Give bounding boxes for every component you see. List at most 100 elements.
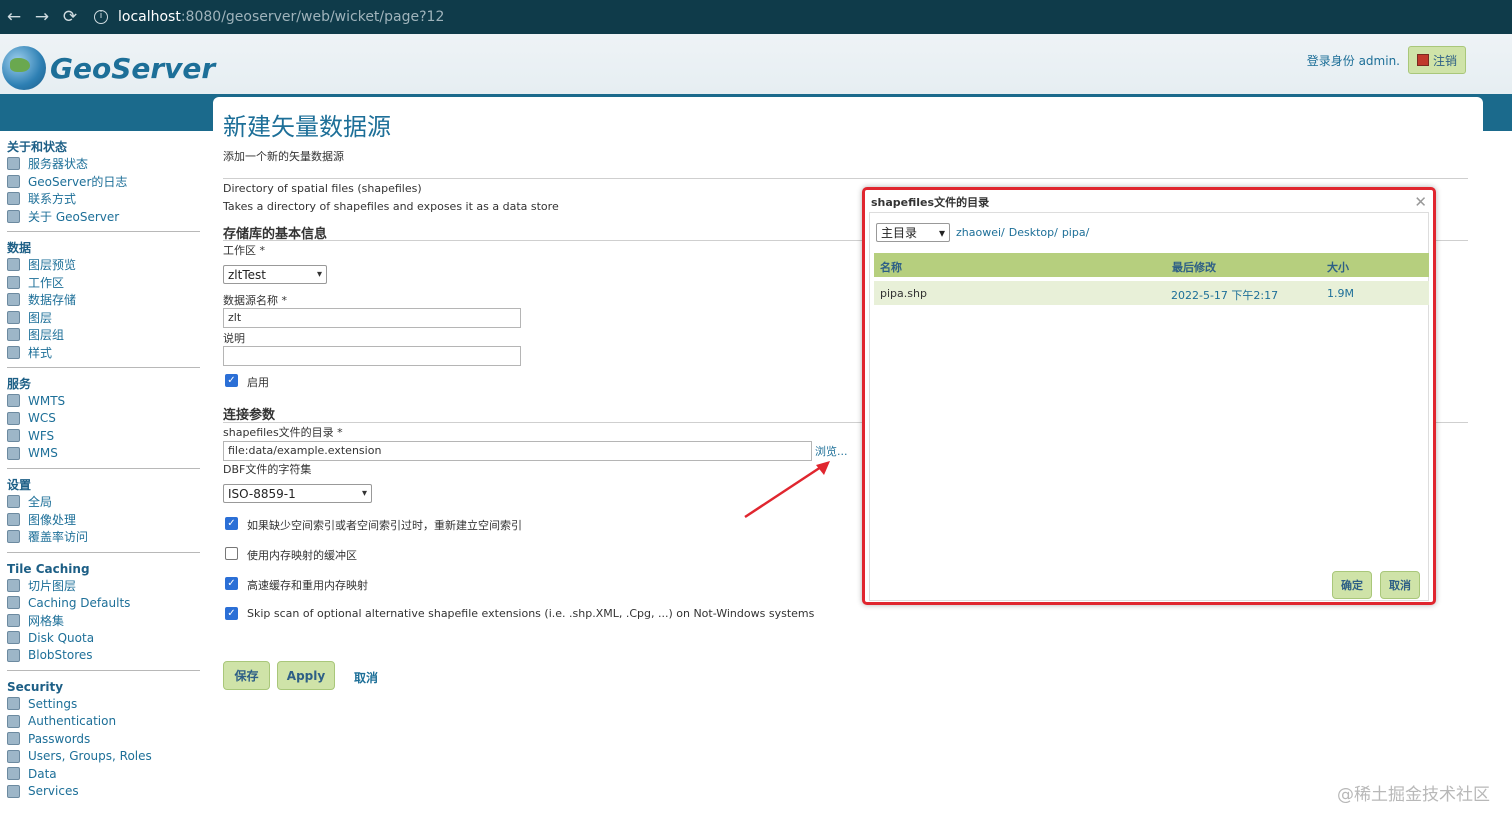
menu-icon [7,192,20,206]
file-name[interactable]: pipa.shp [880,287,927,300]
menu-icon [7,530,20,544]
sidebar-item[interactable]: 全局 [7,493,205,511]
sidebar-item[interactable]: Disk Quota [7,629,205,647]
menu-icon [7,258,20,272]
column-header-name[interactable]: 名称 [880,259,902,275]
url-path: :8080/geoserver/web/wicket/page?12 [180,9,445,25]
sidebar-item[interactable]: Services [7,783,205,801]
forward-arrow-icon[interactable]: → [28,7,56,27]
save-button[interactable]: 保存 [223,661,270,690]
sidebar-item[interactable]: BlobStores [7,647,205,665]
enabled-label: 启用 [247,376,269,389]
sidebar-item[interactable]: 网格集 [7,612,205,630]
sidebar-section-title: 服务 [7,377,32,391]
sidebar-divider [7,468,200,469]
option-checkbox[interactable]: ✓ [225,517,238,530]
workspace-select[interactable]: zltTest ▾ [223,265,327,284]
sidebar-item[interactable]: Settings [7,695,205,713]
cancel-link[interactable]: 取消 [354,669,378,686]
sidebar-item[interactable]: WFS [7,427,205,445]
sidebar-item[interactable]: 工作区 [7,274,205,292]
sidebar-item-label: 切片图层 [28,578,77,593]
breadcrumb-item[interactable]: pipa/ [1062,226,1089,239]
sidebar-item[interactable]: 服务器状态 [7,155,205,173]
sidebar-item[interactable]: 图层组 [7,326,205,344]
chevron-down-icon: ▾ [316,269,322,280]
logo-text: GeoServer [50,51,216,85]
option-checkbox[interactable]: ✓ [225,577,238,590]
sidebar-item-label: Authentication [28,714,117,729]
menu-icon [7,293,20,307]
geoserver-logo[interactable]: GeoServer [2,46,215,90]
sidebar-item[interactable]: WCS [7,410,205,428]
enabled-checkbox[interactable]: ✓ [225,374,238,387]
workspace-label: 工作区 * [223,244,265,257]
option-label: 如果缺少空间索引或者空间索引过时，重新建立空间索引 [247,519,522,532]
reload-icon[interactable]: ⟳ [56,7,84,27]
sidebar-section: Tile Caching 切片图层 Caching Defaults 网格集 Disk … [7,561,205,665]
table-row[interactable]: pipa.shp 2022-5-17 下午2:17 1.9M [874,281,1429,305]
sidebar-item[interactable]: 关于 GeoServer [7,208,205,226]
column-header-size[interactable]: 大小 [1327,259,1349,275]
menu-icon [7,732,20,746]
option-checkbox[interactable] [225,547,238,560]
shapefile-dir-input[interactable]: file:data/example.extension [223,441,812,461]
sidebar-item[interactable]: Passwords [7,730,205,748]
sidebar-item-label: 全局 [28,495,53,510]
charset-select[interactable]: ISO-8859-1 ▾ [223,484,372,503]
sidebar-item[interactable]: 图层 [7,309,205,327]
sidebar-section: Security Settings Authentication Passwords U… [7,679,205,800]
sidebar-item[interactable]: Data [7,765,205,783]
sidebar-item[interactable]: Caching Defaults [7,594,205,612]
sidebar-item-label: 工作区 [28,275,65,290]
menu-icon [7,631,20,645]
menu-icon [7,596,20,610]
sidebar-item-label: WCS [28,411,56,426]
option-checkbox[interactable]: ✓ [225,607,238,620]
address-bar[interactable]: i localhost:8080/geoserver/web/wicket/pa… [94,9,444,25]
menu-icon [7,310,20,324]
sidebar-item[interactable]: Users, Groups, Roles [7,748,205,766]
breadcrumb-item[interactable]: Desktop/ [1009,226,1058,239]
column-header-modified[interactable]: 最后修改 [1172,259,1216,275]
dialog-body: 主目录 ▾ zhaowei/ Desktop/ pipa/ 名称 最后修改 大小 … [869,212,1429,601]
sidebar-divider [7,670,200,671]
globe-icon [2,46,46,90]
sidebar-item[interactable]: WMS [7,445,205,463]
sidebar-item[interactable]: 图层预览 [7,256,205,274]
sidebar-item[interactable]: 切片图层 [7,577,205,595]
root-dir-value: 主目录 [881,226,918,240]
close-icon[interactable]: ✕ [1414,193,1427,211]
dialog-cancel-button[interactable]: 取消 [1380,571,1420,599]
store-name-input[interactable]: zlt [223,308,521,328]
breadcrumb: zhaowei/ Desktop/ pipa/ [956,226,1089,239]
info-icon[interactable]: i [94,10,108,24]
store-type: Directory of spatial files (shapefiles) [223,182,422,195]
back-arrow-icon[interactable]: ← [0,7,28,27]
root-dir-select[interactable]: 主目录 ▾ [876,223,950,242]
menu-icon [7,394,20,408]
sidebar-section-title: 关于和状态 [7,140,68,154]
sidebar: 关于和状态 服务器状态 GeoServer的日志 联系方式 关于 GeoServer 数据… [0,131,205,827]
login-status: 登录身份 admin. [1306,54,1400,68]
menu-icon [7,495,20,509]
menu-icon [7,578,20,592]
menu-icon [7,275,20,289]
logout-button[interactable]: 注销 [1408,46,1466,74]
apply-button[interactable]: Apply [277,661,335,690]
ok-button[interactable]: 确定 [1332,571,1372,599]
description-input[interactable] [223,346,521,366]
sidebar-section: 关于和状态 服务器状态 GeoServer的日志 联系方式 关于 GeoServer [7,139,205,225]
sidebar-item[interactable]: GeoServer的日志 [7,173,205,191]
sidebar-item[interactable]: 联系方式 [7,190,205,208]
breadcrumb-item[interactable]: zhaowei/ [956,226,1005,239]
sidebar-item-label: 网格集 [28,613,65,628]
sidebar-item[interactable]: 覆盖率访问 [7,528,205,546]
menu-icon [7,512,20,526]
logout-label: 注销 [1432,53,1457,68]
sidebar-item[interactable]: 样式 [7,344,205,362]
sidebar-item[interactable]: Authentication [7,713,205,731]
sidebar-item[interactable]: WMTS [7,392,205,410]
sidebar-item[interactable]: 图像处理 [7,511,205,529]
sidebar-item[interactable]: 数据存储 [7,291,205,309]
